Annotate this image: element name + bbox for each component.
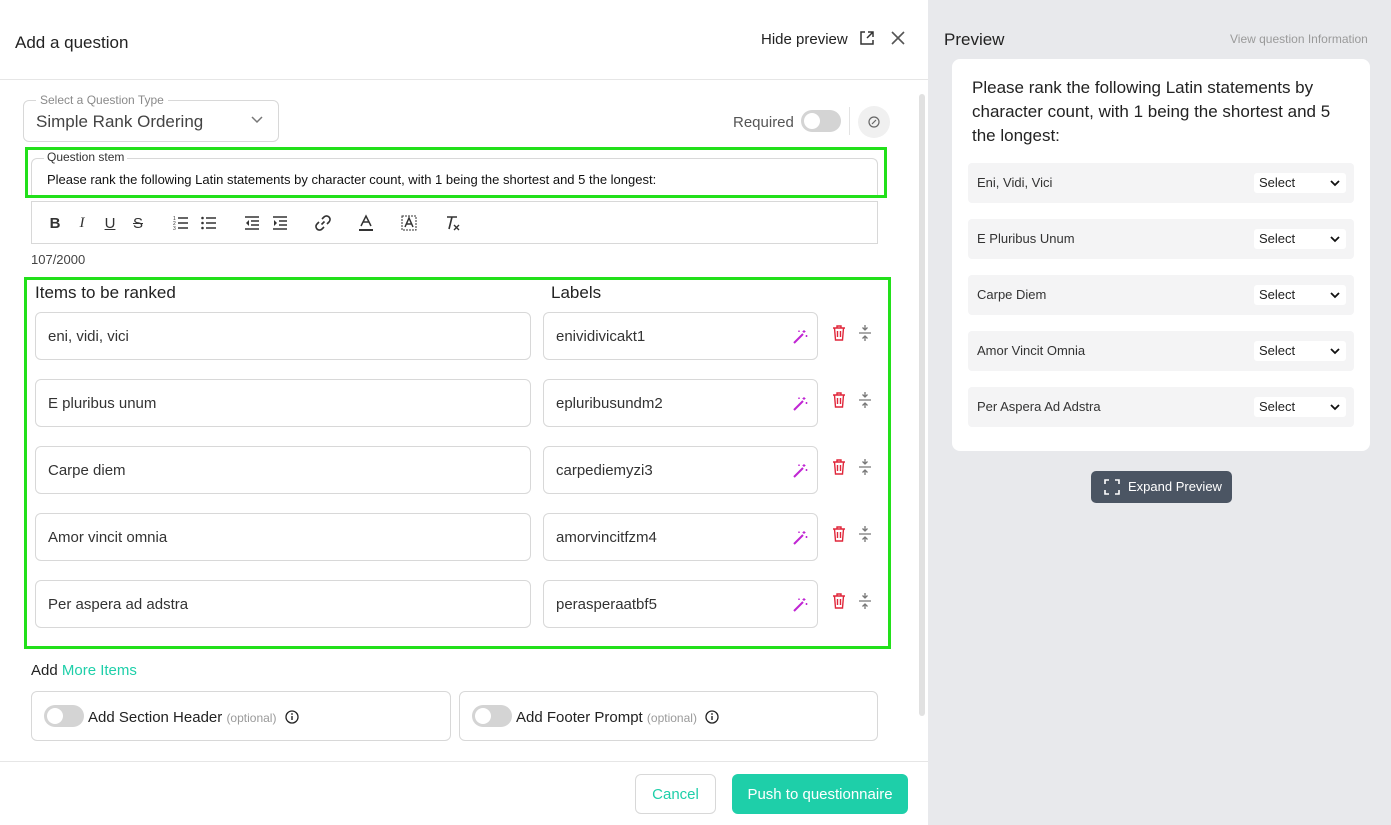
chevron-down-icon (1330, 348, 1340, 355)
clear-format-icon[interactable] (443, 214, 461, 232)
add-more-prefix: Add (31, 662, 58, 679)
link-icon[interactable] (314, 214, 332, 232)
open-external-icon[interactable] (859, 30, 875, 46)
fullscreen-icon (1104, 479, 1120, 495)
rank-select[interactable]: Select (1254, 229, 1346, 249)
question-type-value[interactable]: Simple Rank Ordering (36, 112, 203, 132)
rank-select-value: Select (1259, 287, 1296, 302)
required-toggle[interactable] (801, 110, 841, 132)
optional-label: (optional) (646, 711, 697, 725)
indent-icon[interactable] (271, 214, 289, 232)
rank-select[interactable]: Select (1254, 285, 1346, 305)
preview-row-label: Carpe Diem (977, 287, 1047, 302)
preview-row: Amor Vincit Omnia Select (968, 331, 1354, 371)
chevron-down-icon[interactable] (250, 115, 264, 125)
svg-text:3: 3 (173, 226, 176, 232)
rank-select[interactable]: Select (1254, 341, 1346, 361)
preview-row-label: Amor Vincit Omnia (977, 343, 1086, 358)
preview-row-label: Eni, Vidi, Vici (977, 175, 1053, 190)
required-label: Required (733, 114, 794, 131)
preview-row-label: Per Aspera Ad Adstra (977, 399, 1101, 414)
rank-select-value: Select (1259, 399, 1296, 414)
question-editor-panel: Add a question Hide preview Select a Que… (0, 0, 928, 825)
font-color-icon[interactable] (357, 214, 375, 232)
expand-preview-button[interactable]: Expand Preview (1091, 471, 1232, 503)
cancel-button[interactable]: Cancel (635, 774, 716, 814)
editor-header: Add a question Hide preview (0, 0, 928, 80)
chevron-down-icon (1330, 180, 1340, 187)
footer-prompt-label: Add Footer Prompt (516, 709, 643, 726)
section-header-option: Add Section Header (optional) (31, 691, 451, 741)
rank-select-value: Select (1259, 343, 1296, 358)
optional-label: (optional) (226, 711, 277, 725)
question-type-legend: Select a Question Type (36, 93, 168, 107)
rank-select-value: Select (1259, 175, 1296, 190)
hide-preview-button[interactable]: Hide preview (761, 31, 848, 48)
scrollbar[interactable] (919, 94, 925, 716)
preview-row-label: E Pluribus Unum (977, 231, 1075, 246)
ai-assist-icon (868, 116, 880, 128)
bold-icon[interactable]: B (46, 214, 64, 232)
ai-assist-button[interactable] (858, 106, 890, 138)
add-more-items: Add More Items (31, 662, 137, 679)
rank-select-value: Select (1259, 231, 1296, 246)
outdent-icon[interactable] (243, 214, 261, 232)
rank-select[interactable]: Select (1254, 397, 1346, 417)
rich-text-toolbar: B I U S 1 2 3 (31, 201, 878, 244)
footer-prompt-toggle[interactable] (472, 705, 512, 727)
divider (849, 107, 850, 135)
underline-icon[interactable]: U (101, 214, 119, 232)
preview-question-text: Please rank the following Latin statemen… (972, 78, 1331, 145)
preview-row: Carpe Diem Select (968, 275, 1354, 315)
ordered-list-icon[interactable]: 1 2 3 (172, 214, 190, 232)
preview-row: Eni, Vidi, Vici Select (968, 163, 1354, 203)
more-items-link[interactable]: More Items (62, 662, 137, 679)
close-icon[interactable] (890, 30, 906, 46)
section-header-toggle[interactable] (44, 705, 84, 727)
info-icon[interactable] (284, 710, 299, 724)
page-title: Add a question (15, 33, 129, 52)
background-color-icon[interactable] (400, 214, 418, 232)
preview-row: E Pluribus Unum Select (968, 219, 1354, 259)
preview-row: Per Aspera Ad Adstra Select (968, 387, 1354, 427)
bullet-list-icon[interactable] (200, 214, 218, 232)
section-header-label: Add Section Header (88, 709, 223, 726)
view-question-info-link[interactable]: View question Information (1230, 32, 1368, 46)
strikethrough-icon[interactable]: S (129, 214, 147, 232)
preview-title: Preview (944, 30, 1005, 49)
italic-icon[interactable]: I (73, 214, 91, 232)
stem-highlight (25, 147, 887, 198)
rank-select[interactable]: Select (1254, 173, 1346, 193)
chevron-down-icon (1330, 236, 1340, 243)
info-icon[interactable] (705, 710, 719, 724)
expand-preview-label: Expand Preview (1128, 479, 1222, 494)
chevron-down-icon (1330, 404, 1340, 411)
chevron-down-icon (1330, 292, 1340, 299)
push-to-questionnaire-button[interactable]: Push to questionnaire (732, 774, 908, 814)
items-highlight (24, 277, 891, 649)
character-counter: 107/2000 (31, 252, 86, 267)
footer-prompt-option: Add Footer Prompt (optional) (459, 691, 878, 741)
